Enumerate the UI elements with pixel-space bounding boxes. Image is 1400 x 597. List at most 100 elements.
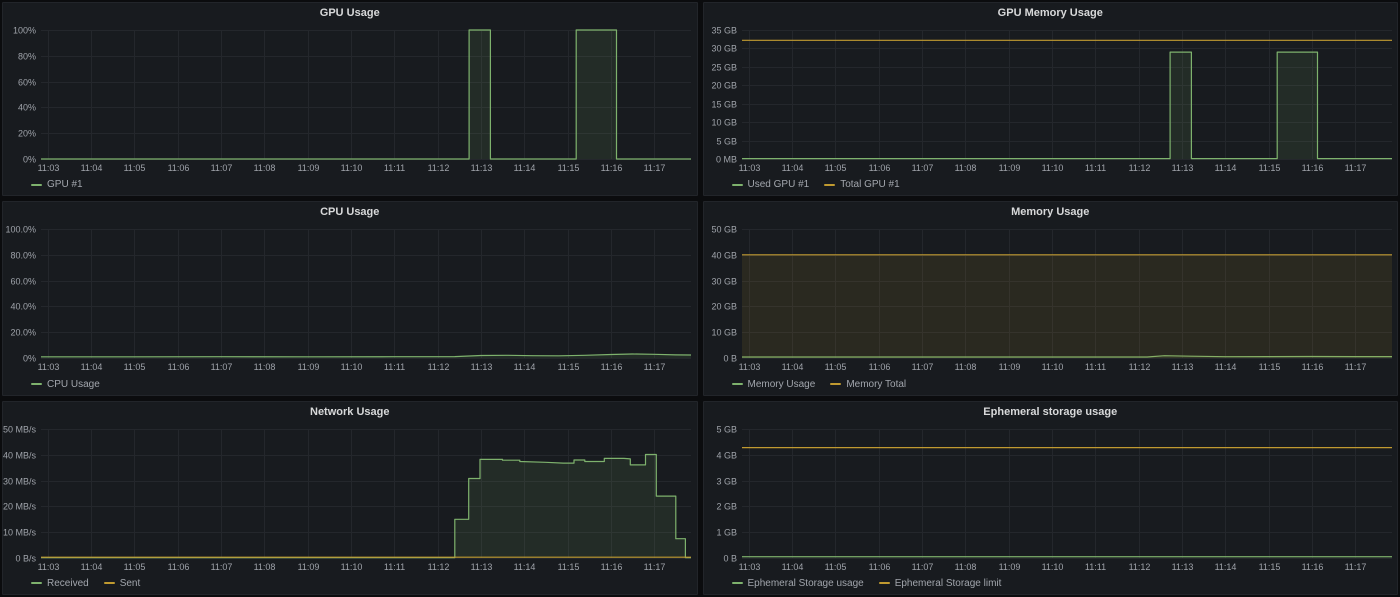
svg-text:20%: 20% (18, 129, 36, 139)
time-series-plot: 0 B10 GB20 GB30 GB40 GB50 GB11:0311:0411… (704, 223, 1398, 375)
svg-text:11:17: 11:17 (1344, 163, 1366, 173)
legend-item[interactable]: Ephemeral Storage limit (879, 576, 1002, 591)
chart-cpu-usage[interactable]: 0%20.0%40.0%60.0%80.0%100.0%11:0311:0411… (3, 223, 697, 375)
svg-text:11:09: 11:09 (298, 562, 320, 572)
panel-cpu-usage: CPU Usage 0%20.0%40.0%60.0%80.0%100.0%11… (2, 201, 698, 395)
svg-text:0 B/s: 0 B/s (15, 553, 36, 563)
svg-text:11:15: 11:15 (1258, 362, 1280, 372)
svg-text:11:14: 11:14 (1214, 562, 1236, 572)
panel-header[interactable]: Network Usage (3, 402, 697, 423)
panel-header[interactable]: GPU Memory Usage (704, 3, 1398, 24)
legend-series-label: Memory Usage (748, 377, 816, 392)
legend-item[interactable]: Memory Total (830, 377, 906, 392)
svg-text:11:10: 11:10 (1041, 362, 1063, 372)
svg-text:20.0%: 20.0% (10, 328, 36, 338)
svg-text:0%: 0% (23, 354, 36, 364)
svg-text:11:05: 11:05 (124, 163, 146, 173)
svg-text:11:06: 11:06 (868, 163, 890, 173)
svg-text:11:05: 11:05 (124, 562, 146, 572)
legend-series-dash-icon (31, 582, 42, 584)
legend-item[interactable]: Ephemeral Storage usage (732, 576, 864, 591)
panel-network-usage: Network Usage 0 B/s10 MB/s20 MB/s30 MB/s… (2, 401, 698, 595)
svg-text:0 MB: 0 MB (715, 155, 736, 165)
time-series-plot: 0%20.0%40.0%60.0%80.0%100.0%11:0311:0411… (3, 223, 697, 375)
svg-text:11:07: 11:07 (911, 562, 933, 572)
svg-text:11:11: 11:11 (1084, 562, 1105, 572)
svg-text:11:11: 11:11 (384, 362, 405, 372)
svg-text:11:04: 11:04 (781, 362, 803, 372)
svg-text:50 MB/s: 50 MB/s (3, 424, 36, 434)
chart-network-usage[interactable]: 0 B/s10 MB/s20 MB/s30 MB/s40 MB/s50 MB/s… (3, 423, 697, 575)
legend-series-dash-icon (104, 582, 115, 584)
svg-text:11:07: 11:07 (211, 562, 233, 572)
panel-title: GPU Memory Usage (998, 3, 1103, 24)
svg-text:2 GB: 2 GB (716, 501, 737, 511)
legend: Used GPU #1 Total GPU #1 (704, 176, 1398, 195)
svg-text:40.0%: 40.0% (10, 302, 36, 312)
svg-text:11:06: 11:06 (868, 562, 890, 572)
legend-item[interactable]: Sent (104, 576, 141, 591)
panel-header[interactable]: GPU Usage (3, 3, 697, 24)
legend-series-dash-icon (824, 184, 835, 186)
chart-memory-usage[interactable]: 0 B10 GB20 GB30 GB40 GB50 GB11:0311:0411… (704, 223, 1398, 375)
svg-text:11:03: 11:03 (738, 362, 760, 372)
svg-text:11:09: 11:09 (298, 362, 320, 372)
svg-text:11:09: 11:09 (998, 163, 1020, 173)
svg-text:11:13: 11:13 (471, 562, 493, 572)
panel-title: GPU Usage (320, 3, 380, 24)
legend-item[interactable]: Memory Usage (732, 377, 816, 392)
panel-gpu-usage: GPU Usage 0%20%40%60%80%100%11:0311:0411… (2, 2, 698, 196)
legend-item[interactable]: CPU Usage (31, 377, 100, 392)
panel-title: Ephemeral storage usage (983, 402, 1117, 423)
svg-text:11:14: 11:14 (1214, 163, 1236, 173)
svg-text:11:03: 11:03 (38, 362, 60, 372)
chart-gpu-usage[interactable]: 0%20%40%60%80%100%11:0311:0411:0511:0611… (3, 24, 697, 176)
panel-title: Memory Usage (1011, 202, 1089, 223)
svg-text:11:03: 11:03 (738, 562, 760, 572)
time-series-plot: 0 MB5 GB10 GB15 GB20 GB25 GB30 GB35 GB11… (704, 24, 1398, 176)
svg-text:11:17: 11:17 (644, 362, 666, 372)
grafana-dashboard: GPU Usage 0%20%40%60%80%100%11:0311:0411… (0, 0, 1400, 597)
legend-item[interactable]: Used GPU #1 (732, 177, 810, 192)
panel-header[interactable]: Memory Usage (704, 202, 1398, 223)
svg-text:11:15: 11:15 (1258, 163, 1280, 173)
svg-text:11:12: 11:12 (1128, 362, 1150, 372)
svg-text:11:16: 11:16 (1301, 562, 1323, 572)
svg-text:25 GB: 25 GB (711, 63, 737, 73)
svg-text:11:15: 11:15 (558, 562, 580, 572)
svg-text:1 GB: 1 GB (716, 527, 737, 537)
svg-text:11:16: 11:16 (1301, 362, 1323, 372)
legend-item[interactable]: Received (31, 576, 89, 591)
svg-text:11:04: 11:04 (781, 163, 803, 173)
svg-text:11:16: 11:16 (601, 163, 623, 173)
svg-text:20 GB: 20 GB (711, 81, 737, 91)
svg-text:11:05: 11:05 (824, 562, 846, 572)
svg-text:11:12: 11:12 (1128, 163, 1150, 173)
svg-text:11:15: 11:15 (558, 362, 580, 372)
legend-series-label: Ephemeral Storage usage (748, 576, 864, 591)
svg-text:60%: 60% (18, 78, 36, 88)
legend-item[interactable]: GPU #1 (31, 177, 83, 192)
panel-gpu-memory-usage: GPU Memory Usage 0 MB5 GB10 GB15 GB20 GB… (703, 2, 1399, 196)
svg-text:11:06: 11:06 (168, 163, 190, 173)
legend-item[interactable]: Total GPU #1 (824, 177, 899, 192)
panel-title: Network Usage (310, 402, 389, 423)
legend-series-dash-icon (830, 383, 841, 385)
svg-text:11:17: 11:17 (644, 163, 666, 173)
svg-text:11:12: 11:12 (428, 362, 450, 372)
svg-text:11:15: 11:15 (1258, 562, 1280, 572)
svg-text:11:16: 11:16 (1301, 163, 1323, 173)
panel-memory-usage: Memory Usage 0 B10 GB20 GB30 GB40 GB50 G… (703, 201, 1399, 395)
svg-text:40 GB: 40 GB (711, 251, 737, 261)
chart-gpu-memory-usage[interactable]: 0 MB5 GB10 GB15 GB20 GB25 GB30 GB35 GB11… (704, 24, 1398, 176)
svg-text:11:10: 11:10 (341, 163, 363, 173)
panel-ephemeral-storage-usage: Ephemeral storage usage 0 B1 GB2 GB3 GB4… (703, 401, 1399, 595)
svg-text:11:10: 11:10 (341, 562, 363, 572)
svg-text:11:07: 11:07 (911, 163, 933, 173)
chart-ephemeral-storage-usage[interactable]: 0 B1 GB2 GB3 GB4 GB5 GB11:0311:0411:0511… (704, 423, 1398, 575)
panel-header[interactable]: CPU Usage (3, 202, 697, 223)
panel-header[interactable]: Ephemeral storage usage (704, 402, 1398, 423)
svg-text:11:13: 11:13 (1171, 562, 1193, 572)
svg-text:40%: 40% (18, 103, 36, 113)
svg-text:11:09: 11:09 (998, 362, 1020, 372)
